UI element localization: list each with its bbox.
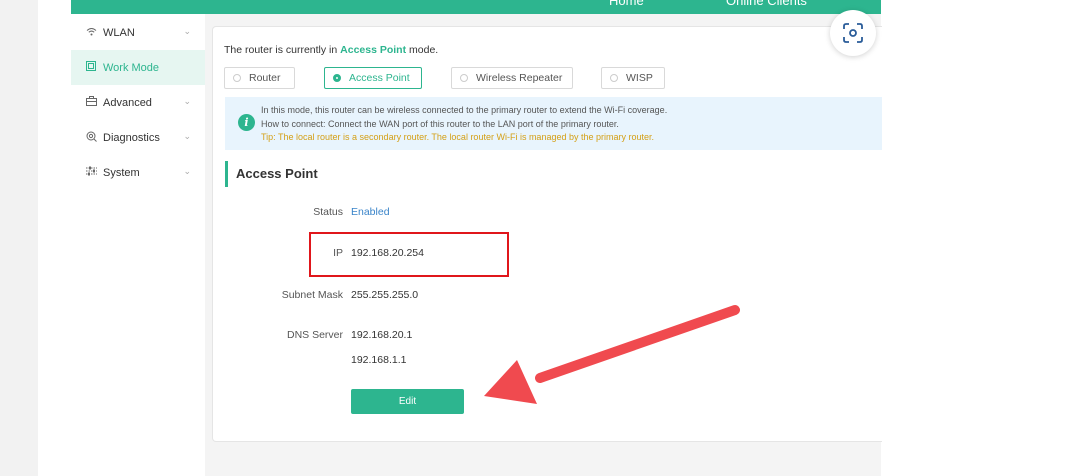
scan-button[interactable] bbox=[830, 10, 876, 56]
annotation-arrow-icon bbox=[484, 305, 740, 404]
scan-icon bbox=[843, 23, 863, 43]
